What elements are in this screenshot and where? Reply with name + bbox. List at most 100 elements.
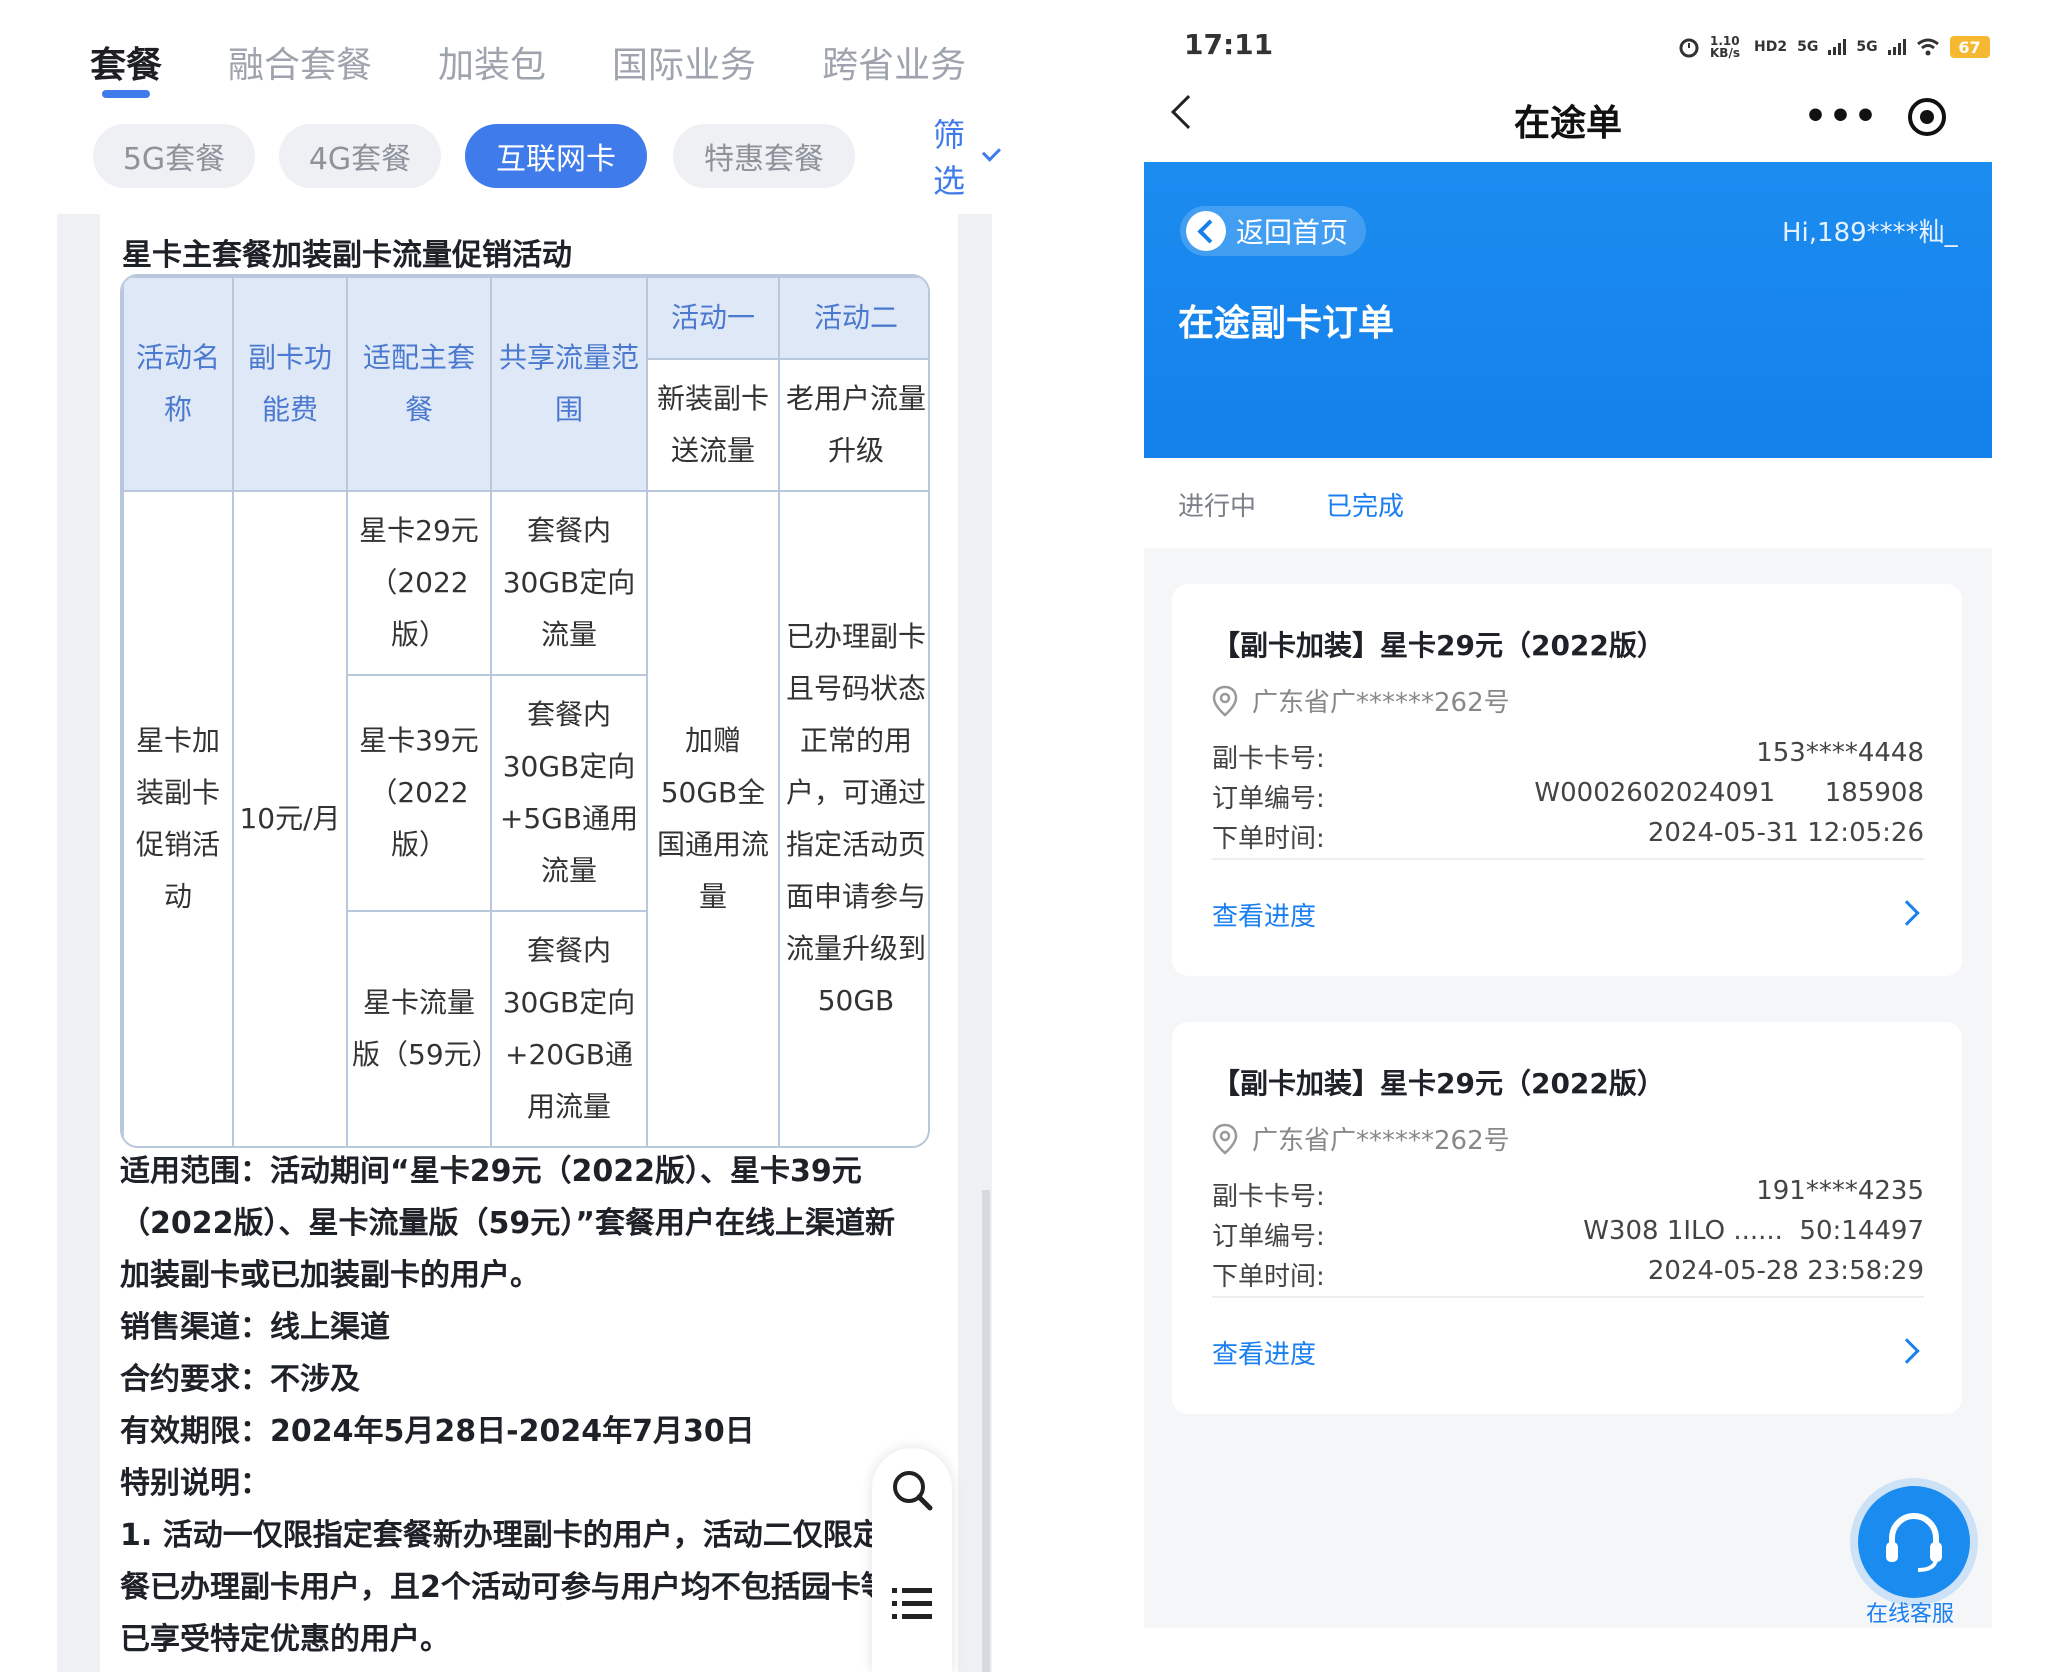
note-scope: 适用范围：活动期间“星卡29元（2022版）、星卡39元（2022版）、星卡流量… bbox=[120, 1154, 895, 1293]
header-fee: 副卡功能费 bbox=[232, 276, 348, 492]
back-home-label: 返回首页 bbox=[1236, 216, 1349, 249]
order-time-row: 下单时间: 2024-05-28 23:58:29 bbox=[1212, 1256, 1924, 1296]
order-number-row: 订单编号: W308 1ILO ...... 50:14497 bbox=[1212, 1216, 1924, 1256]
note-channel: 销售渠道：线上渠道 bbox=[120, 1310, 390, 1345]
cell-share: 套餐内30GB定向+5GB通用流量 bbox=[490, 674, 648, 912]
promo-table: 活动名称 副卡功能费 适配主套餐 共享流量范围 活动一 活动二 新装副卡送流量 … bbox=[120, 274, 930, 1148]
chevron-right-icon[interactable] bbox=[1894, 1338, 1920, 1364]
pill-4g[interactable]: 4G套餐 bbox=[279, 124, 441, 188]
tab-completed[interactable]: 已完成 bbox=[1326, 486, 1404, 523]
more-icon[interactable]: ••• bbox=[1804, 99, 1879, 135]
user-greeting: Hi,189****籼_ bbox=[1782, 218, 1958, 248]
location-pin-icon bbox=[1212, 685, 1238, 717]
card-number-row: 副卡卡号: 191****4235 bbox=[1212, 1176, 1924, 1216]
cell-share: 套餐内30GB定向流量 bbox=[490, 490, 648, 676]
card-number-value: 153****4448 bbox=[1756, 738, 1924, 768]
back-circle-icon bbox=[1186, 211, 1226, 251]
category-tabs: 套餐 融合套餐 加装包 国际业务 跨省业务 bbox=[90, 22, 1032, 102]
header-activity-2-sub: 老用户流量升级 bbox=[778, 358, 928, 492]
signal-icon bbox=[1828, 39, 1847, 55]
package-type-tabs: 5G套餐 4G套餐 互联网卡 特惠套餐 筛选 bbox=[57, 116, 1002, 200]
order-title: 【副卡加装】星卡29元（2022版） bbox=[1212, 629, 1665, 662]
target-icon[interactable] bbox=[1908, 98, 1946, 136]
pill-special-offer[interactable]: 特惠套餐 bbox=[673, 124, 855, 188]
status-icons: 1.10 KB/s HD2 5G 5G 67 bbox=[1678, 30, 1990, 64]
active-tab-indicator bbox=[102, 90, 150, 98]
cell-activity-1: 加赠50GB全国通用流量 bbox=[646, 490, 780, 1146]
divider bbox=[1212, 1296, 1924, 1298]
order-title: 【副卡加装】星卡29元（2022版） bbox=[1212, 1067, 1665, 1100]
order-card: 【副卡加装】星卡29元（2022版） 广东省广******262号 副卡卡号: … bbox=[1172, 584, 1962, 976]
order-number-value: W308 1ILO ...... 50:14497 bbox=[1583, 1216, 1924, 1246]
floating-tool-column bbox=[872, 1448, 952, 1672]
order-number-value: W0002602024091 185908 bbox=[1534, 778, 1924, 808]
order-time-row: 下单时间: 2024-05-31 12:05:26 bbox=[1212, 818, 1924, 858]
net-speed: 1.10 KB/s bbox=[1710, 34, 1740, 60]
order-number-row: 订单编号: W0002602024091 185908 bbox=[1212, 778, 1924, 818]
note-special-heading: 特别说明： bbox=[120, 1466, 270, 1501]
location-pin-icon bbox=[1212, 1123, 1238, 1155]
filter-button[interactable]: 筛选 bbox=[929, 116, 1002, 200]
doc-title: 星卡主套餐加装副卡流量促销活动 bbox=[122, 238, 572, 273]
card-number-label: 副卡卡号: bbox=[1212, 744, 1325, 774]
order-address: 广东省广******262号 bbox=[1252, 1126, 1510, 1156]
tab-addon[interactable]: 加装包 bbox=[438, 36, 546, 88]
hd-badge: HD2 bbox=[1754, 39, 1788, 55]
signal-1: 5G bbox=[1797, 39, 1819, 55]
cell-plan: 星卡流量版（59元） bbox=[346, 910, 500, 1146]
cell-share: 套餐内30GB定向+20GB通用流量 bbox=[490, 910, 648, 1146]
battery-icon: 67 bbox=[1949, 36, 1990, 58]
chevron-right-icon[interactable] bbox=[1894, 900, 1920, 926]
order-number-label: 订单编号: bbox=[1212, 1222, 1325, 1252]
pill-internet-card[interactable]: 互联网卡 bbox=[465, 124, 647, 188]
cell-fee: 10元/月 bbox=[232, 490, 348, 1146]
back-home-button[interactable]: 返回首页 bbox=[1180, 206, 1367, 256]
order-address: 广东省广******262号 bbox=[1252, 688, 1510, 718]
order-location: 广东省广******262号 bbox=[1212, 1120, 1510, 1157]
tab-international[interactable]: 国际业务 bbox=[612, 36, 756, 88]
banner-title: 在途副卡订单 bbox=[1178, 303, 1395, 344]
card-number-label: 副卡卡号: bbox=[1212, 1182, 1325, 1212]
list-icon[interactable] bbox=[888, 1580, 936, 1628]
note-contract: 合约要求：不涉及 bbox=[120, 1362, 360, 1397]
signal-2: 5G bbox=[1856, 39, 1878, 55]
divider bbox=[1212, 858, 1924, 860]
order-time-label: 下单时间: bbox=[1212, 824, 1325, 854]
header-share: 共享流量范围 bbox=[490, 276, 648, 492]
order-number-label: 订单编号: bbox=[1212, 784, 1325, 814]
note-validity: 有效期限：2024年5月28日-2024年7月30日 bbox=[120, 1414, 755, 1449]
signal-icon bbox=[1887, 39, 1906, 55]
header-activity-2: 活动二 bbox=[778, 276, 928, 360]
view-progress-link[interactable]: 查看进度 bbox=[1212, 896, 1316, 933]
order-card: 【副卡加装】星卡29元（2022版） 广东省广******262号 副卡卡号: … bbox=[1172, 1022, 1962, 1414]
customer-service-button[interactable] bbox=[1858, 1486, 1970, 1598]
cell-plan: 星卡29元（2022版） bbox=[346, 490, 492, 676]
view-progress-link[interactable]: 查看进度 bbox=[1212, 1334, 1316, 1371]
tab-interprovince[interactable]: 跨省业务 bbox=[822, 36, 966, 88]
order-status-tabs: 进行中 已完成 bbox=[1178, 486, 1404, 523]
order-time-value: 2024-05-31 12:05:26 bbox=[1647, 818, 1924, 848]
order-time-label: 下单时间: bbox=[1212, 1262, 1325, 1292]
cell-plan: 星卡39元（2022版） bbox=[346, 674, 492, 912]
pill-5g[interactable]: 5G套餐 bbox=[93, 124, 255, 188]
header-plan: 适配主套餐 bbox=[346, 276, 492, 492]
status-time: 17:11 bbox=[1184, 28, 1274, 61]
tab-package[interactable]: 套餐 bbox=[90, 36, 162, 88]
cell-activity-name: 星卡加装副卡促销活动 bbox=[122, 490, 234, 1146]
headset-icon bbox=[1886, 1513, 1942, 1572]
note-special-1: 1. 活动一仅限指定套餐新办理副卡的用户，活动二仅限定套餐已办理副卡用户，且2个… bbox=[120, 1518, 913, 1657]
header-activity-name: 活动名称 bbox=[122, 276, 234, 492]
cell-activity-2: 已办理副卡且号码状态正常的用户，可通过指定活动页面申请参与流量升级到50GB bbox=[778, 490, 928, 1146]
tab-bundle[interactable]: 融合套餐 bbox=[228, 36, 372, 88]
header-activity-1-sub: 新装副卡送流量 bbox=[646, 358, 780, 492]
alarm-icon bbox=[1679, 38, 1699, 58]
wifi-icon bbox=[1916, 38, 1939, 56]
scrollbar[interactable] bbox=[982, 1190, 990, 1672]
tab-in-progress[interactable]: 进行中 bbox=[1178, 486, 1256, 523]
page-title: 在途单 bbox=[1513, 103, 1622, 144]
customer-service-label: 在线客服 bbox=[1866, 1602, 1955, 1627]
order-time-value: 2024-05-28 23:58:29 bbox=[1647, 1256, 1924, 1286]
search-icon[interactable] bbox=[888, 1466, 936, 1514]
order-location: 广东省广******262号 bbox=[1212, 682, 1510, 719]
header-activity-1: 活动一 bbox=[646, 276, 780, 360]
